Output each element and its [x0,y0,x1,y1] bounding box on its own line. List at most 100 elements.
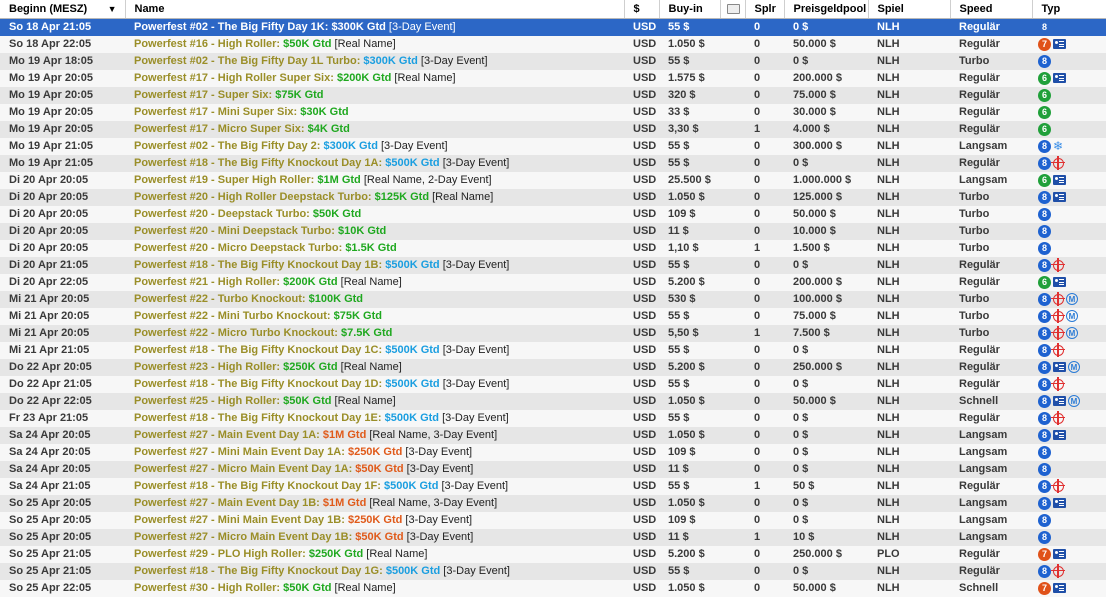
guarantee-amount: $10K Gtd [337,225,387,237]
table-row[interactable]: Mi 21 Apr 20:05 Powerfest #22 - Turbo Kno… [0,291,1106,308]
cell-buyin: 55 $ [659,376,720,393]
cell-currency: USD [624,580,659,597]
cell-typ: 6 [1032,87,1106,104]
cell-buyin: 55 $ [659,257,720,274]
table-row[interactable]: Mo 19 Apr 20:05 Powerfest #17 - Micro Sup… [0,121,1106,138]
cell-splr: 0 [745,393,784,410]
column-header-beginn[interactable]: Beginn (MESZ) ▼ [0,0,126,19]
table-row[interactable]: Mo 19 Apr 18:05 Powerfest #02 - The Big F… [0,53,1106,70]
table-row[interactable]: Mi 21 Apr 20:05 Powerfest #22 - Micro Tur… [0,325,1106,342]
cell-pool: 0 $ [784,342,868,359]
cell-pool: 300.000 $ [784,138,868,155]
cell-name: Powerfest #17 - Micro Super Six: $4K Gtd [125,121,624,138]
cell-typ: 8 [1032,529,1106,546]
cell-pool: 200.000 $ [784,274,868,291]
table-row[interactable]: Di 20 Apr 22:05 Powerfest #21 - High Roll… [0,274,1106,291]
table-row[interactable]: Mo 19 Apr 20:05 Powerfest #17 - Super Six… [0,87,1106,104]
guarantee-amount: $30K Gtd [300,106,349,118]
cell-pool: 0 $ [784,376,868,393]
table-row[interactable]: Di 20 Apr 20:05 Powerfest #20 - Deepstack… [0,206,1106,223]
cell-speed: Regulär [950,18,1032,36]
table-row[interactable]: Sa 24 Apr 20:05 Powerfest #27 - Main Even… [0,427,1106,444]
table-row[interactable]: Sa 24 Apr 20:05 Powerfest #27 - Mini Main… [0,444,1106,461]
table-row[interactable]: Sa 24 Apr 21:05 Powerfest #18 - The Big F… [0,478,1106,495]
cell-typ: 8 [1032,427,1106,444]
table-size-badge-icon: 8 [1038,54,1051,68]
cell-ticket [720,189,745,206]
tournament-title: Powerfest #27 - Micro Main Event Day 1B: [134,531,356,543]
table-row[interactable]: So 25 Apr 20:05 Powerfest #27 - Mini Main… [0,512,1106,529]
cell-currency: USD [624,172,659,189]
table-row[interactable]: Di 20 Apr 20:05 Powerfest #19 - Super Hig… [0,172,1106,189]
cell-spiel: NLH [868,189,950,206]
column-header-buyin[interactable]: Buy-in [659,0,721,19]
table-row[interactable]: Mi 21 Apr 20:05 Powerfest #22 - Mini Turb… [0,308,1106,325]
cell-name: Powerfest #18 - The Big Fifty Knockout D… [125,257,624,274]
tournament-title: Powerfest #27 - Micro Main Event Day 1A: [134,463,356,475]
table-row[interactable]: Di 20 Apr 20:05 Powerfest #20 - Mini Deep… [0,223,1106,240]
cell-beginn: Di 20 Apr 21:05 [0,257,125,274]
cell-splr: 0 [745,36,784,53]
column-header-ticket[interactable] [720,0,746,19]
tournament-note: [3-Day Event] [439,344,510,356]
table-row[interactable]: Di 20 Apr 20:05 Powerfest #20 - High Roll… [0,189,1106,206]
cell-buyin: 530 $ [659,291,720,308]
table-size-badge-icon: 8 [1041,21,1047,32]
table-row[interactable]: Mo 19 Apr 21:05 Powerfest #18 - The Big F… [0,155,1106,172]
table-row[interactable]: So 25 Apr 20:05 Powerfest #27 - Main Even… [0,495,1106,512]
column-header-splr[interactable]: Splr [745,0,785,19]
column-header-spiel[interactable]: Spiel [868,0,951,19]
column-header-name[interactable]: Name [125,0,625,19]
table-row[interactable]: Mi 21 Apr 21:05 Powerfest #18 - The Big F… [0,342,1106,359]
table-row[interactable]: So 25 Apr 20:05 Powerfest #27 - Micro Mai… [0,529,1106,546]
table-row[interactable]: Do 22 Apr 22:05 Powerfest #25 - High Roll… [0,393,1106,410]
table-row[interactable]: Mo 19 Apr 20:05 Powerfest #17 - Mini Supe… [0,104,1106,121]
table-row[interactable]: Fr 23 Apr 21:05 Powerfest #18 - The Big F… [0,410,1106,427]
column-header-typ[interactable]: Typ [1032,0,1106,19]
table-row[interactable]: Do 22 Apr 20:05 Powerfest #23 - High Roll… [0,359,1106,376]
table-row[interactable]: Mo 19 Apr 21:05 Powerfest #02 - The Big F… [0,138,1106,155]
cell-speed: Regulär [950,342,1032,359]
cell-pool: 0 $ [784,53,868,70]
cell-splr: 0 [745,70,784,87]
table-row[interactable]: So 18 Apr 21:05 Powerfest #02 - The Big F… [0,18,1106,36]
cell-currency: USD [624,138,659,155]
cell-beginn: Di 20 Apr 20:05 [0,240,125,257]
cell-ticket [720,223,745,240]
table-row[interactable]: So 18 Apr 22:05 Powerfest #16 - High Roll… [0,36,1106,53]
column-header-pool[interactable]: Preisgeldpool [784,0,869,19]
table-row[interactable]: So 25 Apr 21:05 Powerfest #29 - PLO High … [0,546,1106,563]
cell-beginn: So 25 Apr 20:05 [0,495,125,512]
guarantee-amount: $50K Gtd [312,208,362,220]
cell-spiel: NLH [868,308,950,325]
table-row[interactable]: Do 22 Apr 21:05 Powerfest #18 - The Big F… [0,376,1106,393]
cell-pool: 200.000 $ [784,70,868,87]
cell-beginn: So 25 Apr 20:05 [0,512,125,529]
cell-spiel: NLH [868,427,950,444]
cell-splr: 0 [745,546,784,563]
table-row[interactable]: Di 20 Apr 21:05 Powerfest #18 - The Big F… [0,257,1106,274]
guarantee-amount: $500K Gtd [385,378,440,390]
column-header-speed[interactable]: Speed [950,0,1033,19]
cell-typ: 8M [1032,359,1106,376]
guarantee-amount: $50K Gtd [283,395,332,407]
cell-splr: 1 [745,325,784,342]
table-row[interactable]: Mo 19 Apr 20:05 Powerfest #17 - High Roll… [0,70,1106,87]
table-row[interactable]: Sa 24 Apr 20:05 Powerfest #27 - Micro Mai… [0,461,1106,478]
cell-currency: USD [624,206,659,223]
cell-beginn: Sa 24 Apr 20:05 [0,461,125,478]
tournament-note: [Real Name] [331,395,396,407]
column-header-currency[interactable]: $ [624,0,660,19]
table-row[interactable]: So 25 Apr 21:05 Powerfest #18 - The Big F… [0,563,1106,580]
cell-typ: 8 [1032,342,1106,359]
cell-ticket [720,444,745,461]
cell-pool: 0 $ [784,18,868,36]
tournament-title: Powerfest #16 - High Roller: [134,38,284,50]
cell-buyin: 1.050 $ [659,189,720,206]
table-row[interactable]: So 25 Apr 22:05 Powerfest #30 - High Roll… [0,580,1106,597]
table-size-badge-icon: 8 [1038,156,1051,170]
table-row[interactable]: Di 20 Apr 20:05 Powerfest #20 - Micro Dee… [0,240,1106,257]
guarantee-amount: $4K Gtd [307,123,350,135]
cell-currency: USD [624,563,659,580]
cell-splr: 0 [745,427,784,444]
